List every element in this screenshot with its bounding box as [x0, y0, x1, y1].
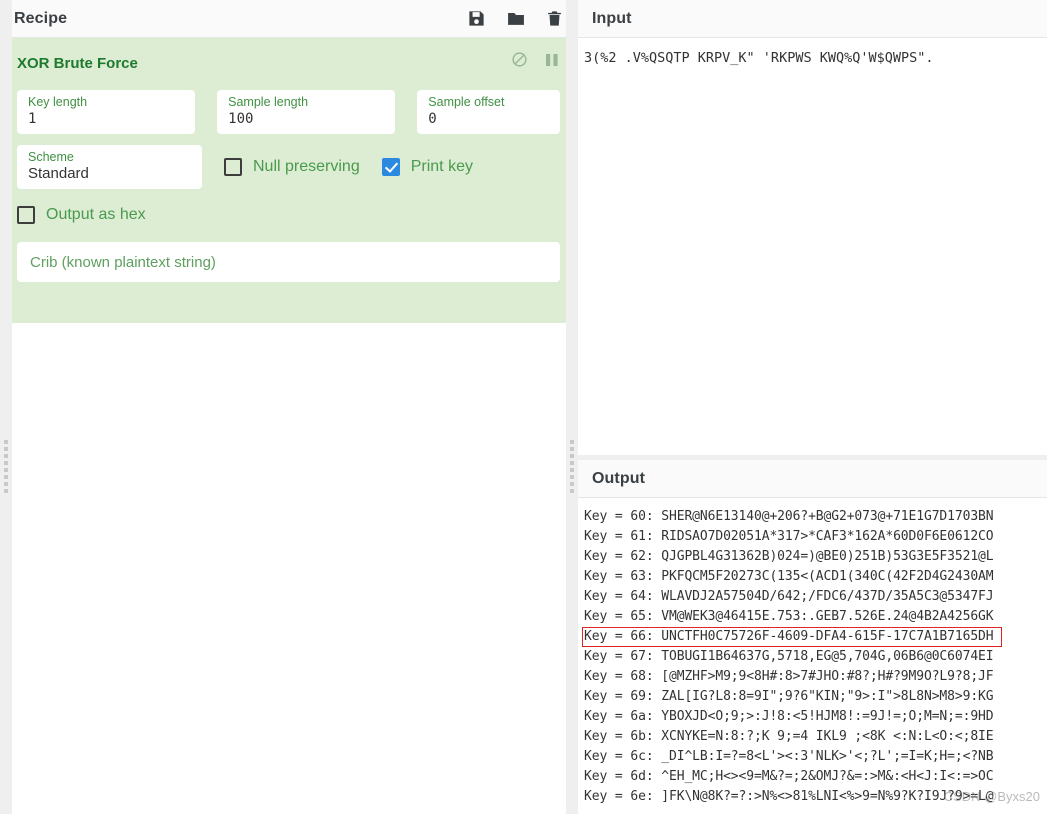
recipe-io-splitter-grip[interactable]	[570, 440, 574, 493]
trash-icon[interactable]	[546, 9, 563, 28]
save-icon[interactable]	[467, 9, 486, 28]
operation-controls	[511, 51, 559, 68]
output-line: Key = 64: WLAVDJ2A57504D/642;/FDC6/437D/…	[584, 589, 994, 604]
output-line: Key = 68: [@MZHF>M9;9<8H#:8>7#JHO:#8?;H#…	[584, 669, 994, 684]
field-row-2: Scheme Standard Null preserving Print ke…	[17, 145, 560, 189]
field-sample-length-label: Sample length	[228, 95, 309, 110]
output-line: Key = 6e: ]FK\N@8K?=?:>N%<>81%LNI<%>9=N%…	[584, 789, 994, 804]
output-line: Key = 60: SHER@N6E13140@+206?+B@G2+073@+…	[584, 509, 994, 524]
field-sample-length[interactable]: Sample length 100	[217, 90, 396, 134]
field-sample-offset[interactable]: Sample offset 0	[417, 90, 560, 134]
operation-header: XOR Brute Force	[17, 52, 560, 74]
output-line: Key = 69: ZAL[IG?L8:8=9I";9?6"KIN;"9>:I"…	[584, 689, 994, 704]
operation-xor-brute-force[interactable]: XOR Brute Force Key length 1 Sample leng…	[0, 38, 577, 323]
input-textarea[interactable]: 3(%2 .V%QSQTP KRPV_K" 'RKPWS KWQ%Q'W$QWP…	[578, 38, 1047, 453]
output-as-hex-label: Output as hex	[46, 206, 146, 223]
output-line: Key = 63: PKFQCM5F20273C(135<(ACD1(340C(…	[584, 569, 994, 584]
output-line: Key = 62: QJGPBL4G31362B)024=)@BE0)251B)…	[584, 549, 994, 564]
cyberchef-app: Recipe XOR Brute Force Key length 1 Samp…	[0, 0, 1047, 814]
field-sample-offset-value: 0	[428, 110, 437, 127]
operation-title: XOR Brute Force	[17, 54, 138, 72]
recipe-toolbar	[467, 0, 563, 37]
output-title: Output	[592, 469, 646, 487]
output-line: Key = 6d: ^EH_MC;H<><9=M&?=;2&OMJ?&=:>M&…	[584, 769, 994, 784]
output-line: Key = 6a: YBOXJD<O;9;>:J!8:<5!HJM8!:=9J!…	[584, 709, 994, 724]
output-line: Key = 66: UNCTFH0C75726F-4609-DFA4-615F-…	[582, 627, 1002, 647]
field-row-3: Output as hex	[17, 200, 560, 230]
field-scheme-value: Standard	[28, 165, 89, 183]
output-title-bar: Output	[578, 460, 1047, 498]
output-line: Key = 6b: XCNYKE=N:8:?;K 9;=4 IKL9 ;<8K …	[584, 729, 994, 744]
field-key-length-label: Key length	[28, 95, 88, 110]
field-sample-offset-label: Sample offset	[428, 95, 505, 110]
recipe-empty-area[interactable]	[0, 323, 577, 813]
field-scheme-label: Scheme	[28, 149, 74, 164]
crib-input[interactable]: Crib (known plaintext string)	[17, 242, 560, 282]
checkbox-print-key[interactable]: Print key	[381, 145, 473, 189]
field-key-length-value: 1	[28, 110, 37, 127]
output-line: Key = 67: TOBUGI1B64637G,5718,EG@5,704G,…	[584, 649, 994, 664]
pause-icon[interactable]	[545, 52, 559, 68]
io-column: Input 3(%2 .V%QSQTP KRPV_K" 'RKPWS KWQ%Q…	[578, 0, 1047, 814]
output-textarea[interactable]: Key = 60: SHER@N6E13140@+206?+B@G2+073@+…	[578, 498, 1047, 808]
null-preserving-label: Null preserving	[253, 158, 360, 175]
output-line: Key = 61: RIDSAO7D02051A*317>*CAF3*162A*…	[584, 529, 994, 544]
field-sample-length-value: 100	[228, 110, 254, 127]
field-scheme[interactable]: Scheme Standard	[17, 145, 202, 189]
left-splitter[interactable]	[0, 0, 12, 814]
disable-icon[interactable]	[511, 51, 528, 68]
recipe-title-bar: Recipe	[0, 0, 577, 38]
input-title-bar: Input	[578, 0, 1047, 38]
field-key-length[interactable]: Key length 1	[17, 90, 196, 134]
checkbox-output-as-hex[interactable]: Output as hex	[17, 200, 146, 230]
folder-icon[interactable]	[506, 9, 526, 28]
print-key-label: Print key	[410, 158, 473, 175]
input-panel: Input 3(%2 .V%QSQTP KRPV_K" 'RKPWS KWQ%Q…	[578, 0, 1047, 455]
output-panel: Output Key = 60: SHER@N6E13140@+206?+B@G…	[578, 460, 1047, 814]
recipe-title: Recipe	[14, 9, 68, 27]
input-title: Input	[592, 9, 632, 27]
checkbox-null-preserving[interactable]: Null preserving	[224, 145, 360, 189]
left-splitter-grip[interactable]	[4, 440, 8, 493]
crib-placeholder: Crib (known plaintext string)	[30, 253, 216, 271]
output-as-hex-box[interactable]	[17, 206, 35, 224]
input-text: 3(%2 .V%QSQTP KRPV_K" 'RKPWS KWQ%Q'W$QWP…	[584, 50, 934, 66]
recipe-io-splitter[interactable]	[566, 0, 578, 814]
output-line: Key = 6c: _DI^LB:I=?=8<L'><:3'NLK>'<;?L'…	[584, 749, 994, 764]
field-row-1: Key length 1 Sample length 100 Sample of…	[17, 90, 560, 134]
null-preserving-box[interactable]	[224, 158, 242, 176]
output-line: Key = 65: VM@WEK3@46415E.753:.GEB7.526E.…	[584, 609, 994, 624]
print-key-box[interactable]	[381, 158, 400, 176]
recipe-column: Recipe XOR Brute Force Key length 1 Samp…	[0, 0, 578, 814]
